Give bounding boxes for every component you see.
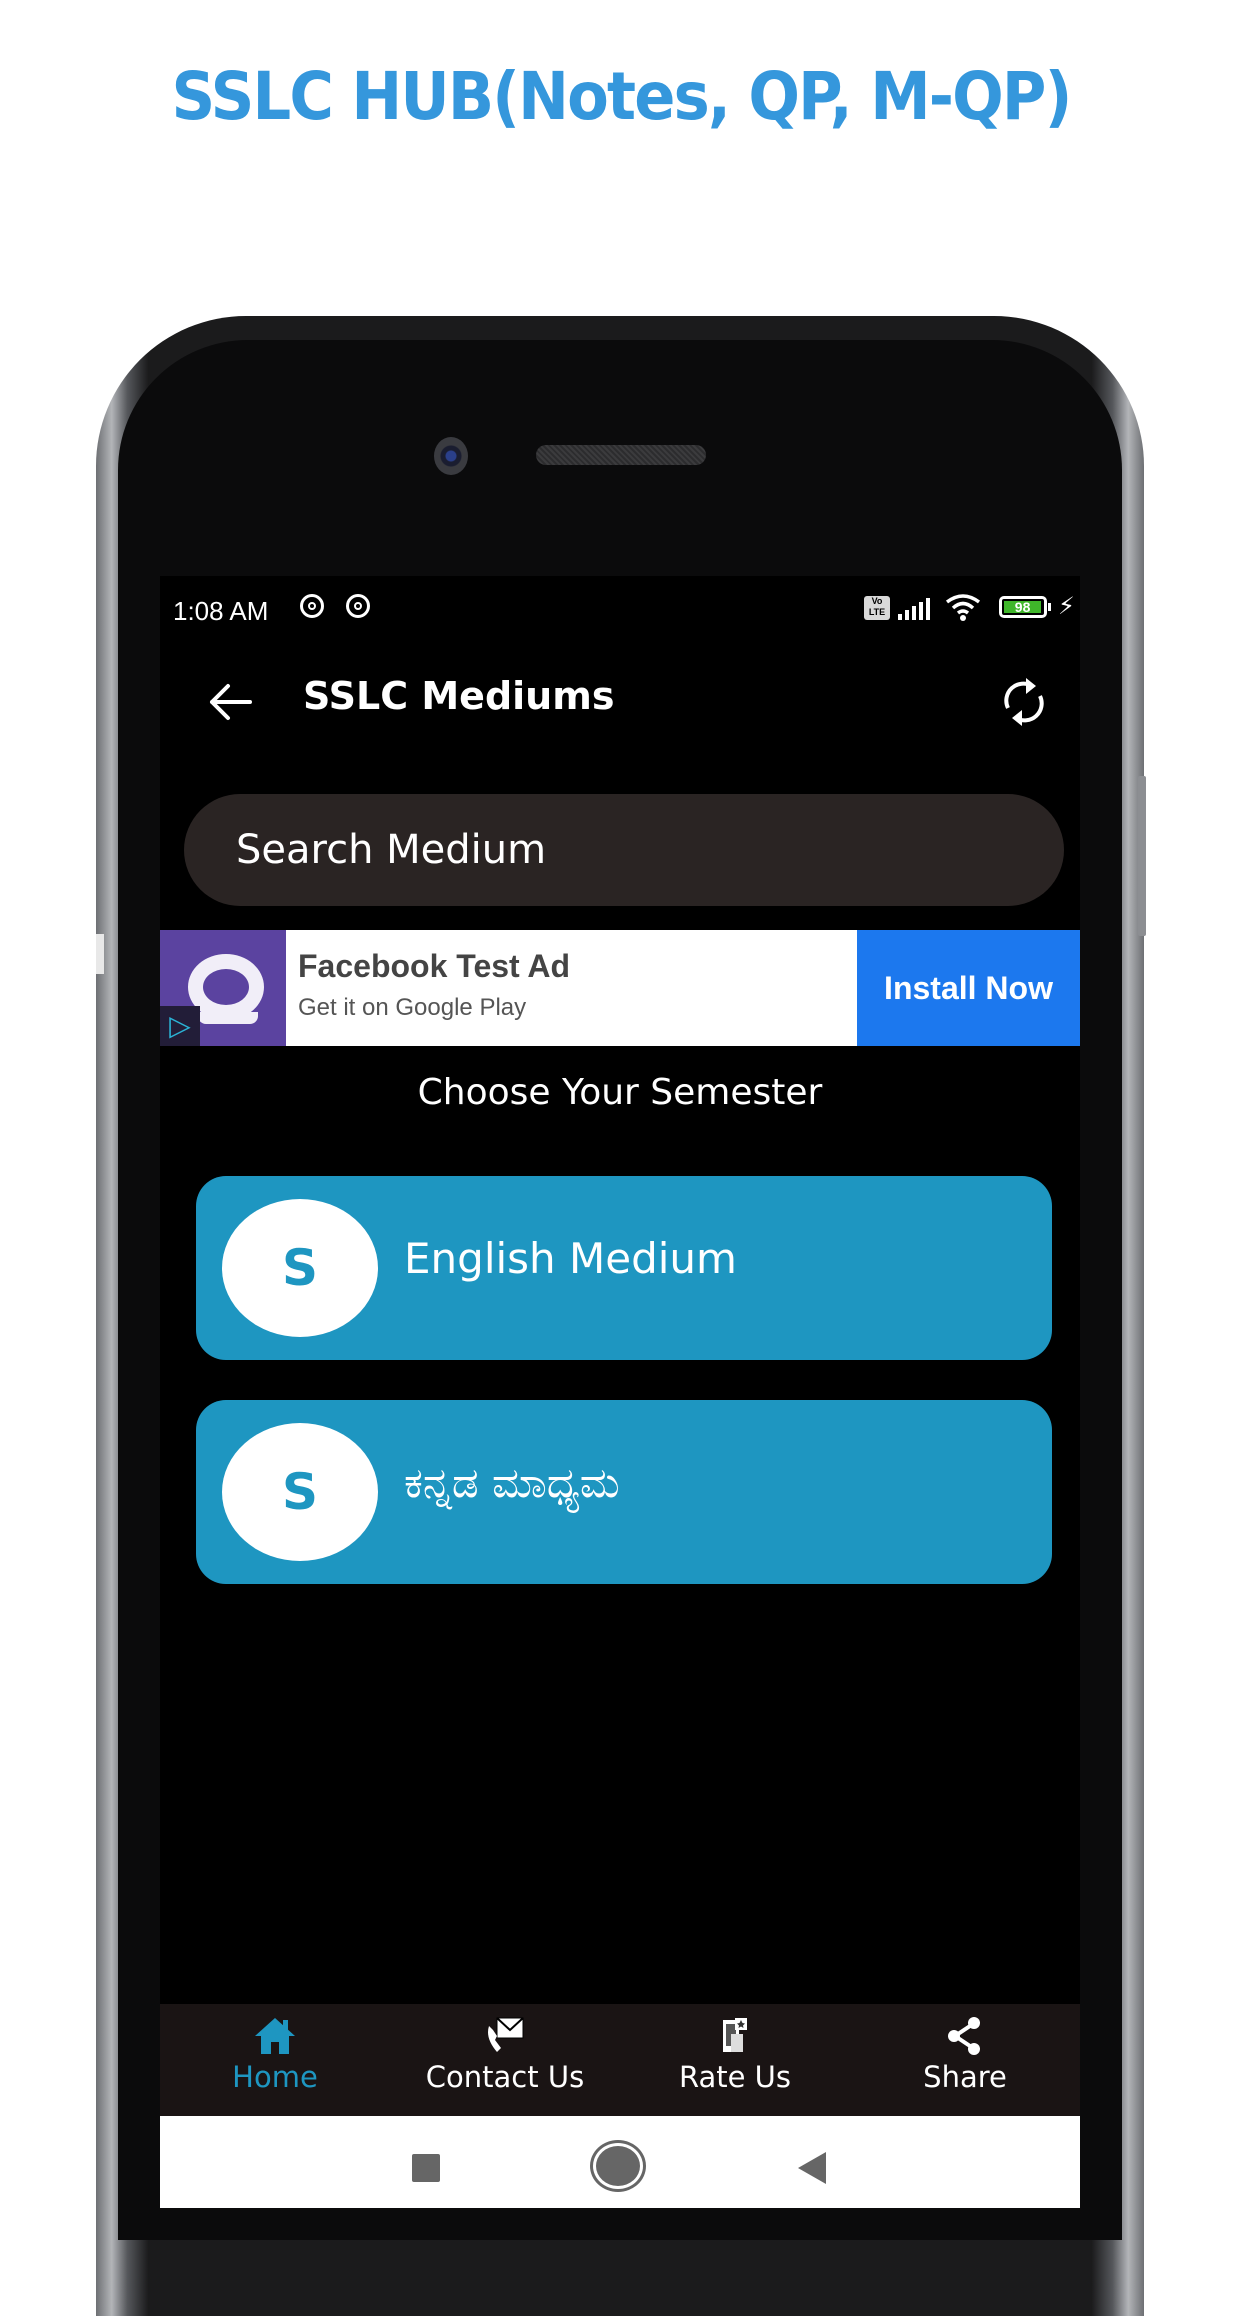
earpiece-speaker (536, 445, 706, 465)
front-camera (434, 437, 468, 475)
battery-tip (1048, 603, 1051, 611)
medium-label: ಕನ್ನಡ ಮಾಧ್ಯಮ (404, 1458, 620, 1507)
nav-label: Home (232, 2060, 318, 2094)
ad-logo-base (198, 1012, 258, 1024)
nav-label: Rate Us (678, 2060, 792, 2094)
nav-item-share[interactable]: Share (850, 2004, 1080, 2116)
ad-banner[interactable]: ▷ Facebook Test Ad Get it on Google Play… (160, 930, 1080, 1046)
page-title: SSLC Mediums (303, 674, 615, 718)
back-button[interactable] (798, 2152, 826, 2184)
signal-icon (896, 596, 930, 620)
status-time: 1:08 AM (173, 596, 269, 626)
phone-screen: 1:08 AM Vo LTE 98 ⚡ SSLC Mediums Search … (160, 576, 1080, 2208)
nav-label: Contact Us (425, 2060, 585, 2094)
promo-title: SSLC HUB(Notes, QP, M-QP) (171, 58, 1072, 135)
medium-card-kannada[interactable]: S ಕನ್ನಡ ಮಾಧ್ಯಮ (196, 1400, 1052, 1584)
medium-avatar: S (222, 1199, 378, 1337)
ad-choices-icon[interactable]: ▷ (160, 1006, 200, 1046)
recents-button[interactable] (412, 2154, 440, 2182)
medium-label: English Medium (404, 1234, 737, 1283)
home-icon (255, 2018, 295, 2054)
nav-label: Share (923, 2060, 1007, 2094)
back-arrow-icon[interactable] (204, 676, 256, 728)
home-button[interactable] (596, 2146, 640, 2186)
rate-icon (723, 2018, 747, 2052)
notification-app-icon (346, 594, 370, 618)
status-bar: 1:08 AM Vo LTE 98 ⚡ (160, 576, 1080, 642)
medium-avatar: S (222, 1423, 378, 1561)
ad-subtitle: Get it on Google Play (298, 994, 527, 1021)
phone-side-button (96, 934, 104, 974)
search-medium-input[interactable] (184, 794, 1064, 906)
wifi-icon (945, 594, 981, 621)
nav-item-contact-us[interactable]: Contact Us (390, 2004, 620, 2116)
bottom-navigation: Home Contact Us Rate Us Share (160, 2004, 1080, 2116)
battery-icon: 98 (999, 596, 1047, 618)
app-bar: SSLC Mediums (160, 642, 1080, 772)
share-icon (948, 2017, 980, 2055)
section-heading: Choose Your Semester (417, 1072, 823, 1113)
refresh-icon[interactable] (996, 672, 1052, 732)
notification-app-icon (300, 594, 324, 618)
contact-mail-phone-icon (488, 2017, 524, 2052)
nav-item-rate-us[interactable]: Rate Us (620, 2004, 850, 2116)
install-now-button[interactable]: Install Now (857, 930, 1080, 1046)
battery-level: 98 (1004, 600, 1042, 614)
charging-icon: ⚡ (1058, 593, 1075, 620)
volte-icon: Vo LTE (864, 596, 890, 620)
phone-volume-button (1138, 776, 1146, 936)
medium-card-english[interactable]: S English Medium (196, 1176, 1052, 1360)
ad-title: Facebook Test Ad (298, 948, 571, 984)
system-navigation-bar (160, 2116, 1080, 2208)
ad-app-icon: ▷ (160, 930, 286, 1046)
nav-item-home[interactable]: Home (160, 2004, 390, 2116)
